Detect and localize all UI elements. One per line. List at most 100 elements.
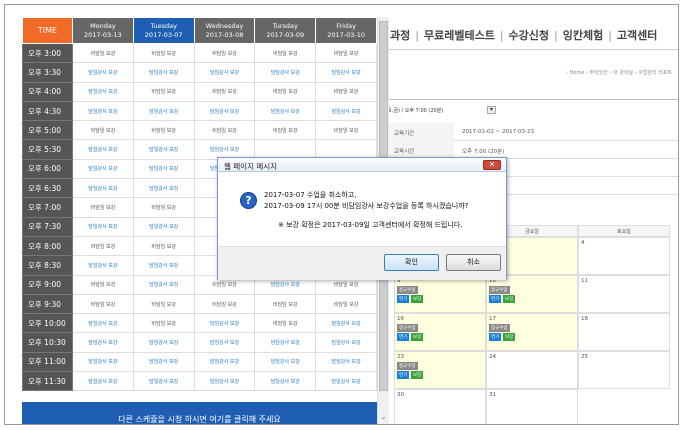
nav-item[interactable]: 잉칸체험	[563, 29, 603, 42]
slot-cell[interactable]: 담임강사 보강	[315, 351, 377, 373]
slot-cell[interactable]: 담임강사 보강	[254, 371, 317, 392]
slot-cell[interactable]: 담임강사 보강	[72, 81, 134, 102]
slot-cell[interactable]: 담임강사 보강	[254, 100, 317, 122]
slot-cell[interactable]: 담임강사 보강	[315, 100, 377, 122]
slot-cell[interactable]: 담임강사 보강	[72, 313, 134, 334]
slot-cell[interactable]: 담임강사 보강	[193, 332, 256, 353]
slot-cell[interactable]: 비담임 보강	[315, 120, 377, 141]
slot-cell[interactable]: 담임강사 보강	[72, 216, 134, 237]
slot-cell[interactable]: 비담임 보강	[72, 293, 134, 315]
slot-cell[interactable]: 비담임 보강	[132, 235, 195, 257]
slot-cell[interactable]: 담임강사 보강	[132, 216, 195, 237]
slot-cell[interactable]: 비담임 보강	[254, 120, 317, 141]
slot-cell[interactable]: 비담임 보강	[72, 42, 134, 64]
slot-cell[interactable]: 담임강사 보강	[72, 139, 134, 160]
slot-cell[interactable]: 비담임 보강	[254, 42, 317, 64]
slot-cell[interactable]: 담임강사 보강	[72, 255, 134, 276]
time-slot: 오후 6:30	[22, 178, 73, 199]
slot-cell[interactable]: 비담임 보강	[315, 42, 377, 64]
breadcrumb: › Home › 마이잉칸 › 내 강의실 › 수업관리 리포트	[565, 70, 672, 76]
nav-item[interactable]: 과정	[390, 29, 410, 42]
slot-cell[interactable]: 비담임 보강	[193, 120, 256, 141]
slot-cell[interactable]: 담임강사 보강	[132, 332, 195, 353]
cancel-button[interactable]: 취소	[446, 254, 501, 271]
slot-cell[interactable]: 담임강사 보강	[132, 351, 195, 373]
slot-cell[interactable]: 담임강사 보강	[193, 100, 256, 122]
day-header: Monday 2017-03-13	[72, 17, 134, 44]
nav-separator: |	[608, 29, 612, 42]
slot-cell[interactable]: 비담임 보강	[132, 197, 195, 218]
nav-separator: |	[554, 29, 558, 42]
slot-cell[interactable]: 담임강사 보강	[315, 62, 377, 83]
nav-item[interactable]: 무료레벨테스트	[424, 29, 495, 42]
slot-cell[interactable]: 비담임 보강	[254, 81, 317, 102]
nav-item[interactable]: 수강신청	[509, 29, 549, 42]
slot-cell[interactable]: 담임강사 보강	[315, 313, 377, 334]
postpone-button[interactable]: 연기	[397, 295, 410, 303]
slot-cell[interactable]: 담임강사 보강	[132, 255, 195, 276]
makeup-button[interactable]: 보강	[411, 295, 424, 303]
slot-cell[interactable]: 담임강사 보강	[193, 62, 256, 83]
slot-cell[interactable]: 담임강사 보강	[315, 332, 377, 353]
slot-cell[interactable]: 비담임 보강	[254, 293, 317, 315]
slot-cell[interactable]: 담임강사 보강	[254, 332, 317, 353]
chevron-down-icon[interactable]: ▾	[487, 106, 496, 114]
time-slot: 오후 8:30	[22, 255, 73, 276]
slot-cell[interactable]: 비담임 보강	[132, 293, 195, 315]
slot-cell[interactable]: 담임강사 보강	[193, 371, 256, 392]
slot-cell[interactable]: 비담임 보강	[72, 120, 134, 141]
slot-cell[interactable]: 담임강사 보강	[132, 371, 195, 392]
slot-cell[interactable]: 담임강사 보강	[193, 313, 256, 334]
slot-cell[interactable]: 담임강사 보강	[315, 371, 377, 392]
close-icon[interactable]: ✕	[483, 160, 501, 170]
slot-cell[interactable]: 비담임 보강	[193, 42, 256, 64]
slot-cell[interactable]: 담임강사 보강	[72, 158, 134, 180]
slot-cell[interactable]: 비담임 보강	[315, 81, 377, 102]
slot-cell[interactable]: 담임강사 보강	[132, 100, 195, 122]
slot-cell[interactable]: 담임강사 보강	[72, 100, 134, 122]
postpone-button[interactable]: 연기	[397, 371, 410, 379]
makeup-button[interactable]: 보강	[503, 333, 516, 341]
ok-button[interactable]: 확인	[384, 254, 439, 271]
slot-cell[interactable]: 비담임 보강	[193, 293, 256, 315]
calendar-day-number: 18	[581, 316, 588, 322]
slot-cell[interactable]: 비담임 보강	[72, 197, 134, 218]
slot-cell[interactable]: 비담임 보강	[132, 81, 195, 102]
day-date: 2017-03-07	[144, 30, 183, 39]
slot-cell[interactable]: 비담임 보강	[72, 235, 134, 257]
slot-cell[interactable]: 담임강사 보강	[72, 62, 134, 83]
slot-cell[interactable]: 비담임 보강	[132, 42, 195, 64]
calendar-cell: 18	[578, 313, 670, 351]
time-slot: 오후 11:00	[22, 351, 73, 373]
slot-cell[interactable]: 비담임 보강	[72, 274, 134, 295]
slot-cell[interactable]: 담임강사 보강	[72, 332, 134, 353]
slot-cell[interactable]: 담임강사 보강	[254, 351, 317, 373]
postpone-button[interactable]: 연기	[489, 333, 502, 341]
slot-cell[interactable]: 담임강사 보강	[132, 62, 195, 83]
schedule-row: 오후 11:00 담임강사 보강 담임강사 보강 담임강사 보강 담임강사 보강 담임강사…	[22, 351, 377, 373]
slot-cell[interactable]: 담임강사 보강	[72, 178, 134, 199]
postpone-button[interactable]: 연기	[489, 295, 502, 303]
slot-cell[interactable]: 담임강사 보강	[72, 371, 134, 392]
slot-cell[interactable]: 담임강사 보강	[254, 62, 317, 83]
slot-cell[interactable]: 비담임 보강	[132, 120, 195, 141]
makeup-button[interactable]: 보강	[411, 333, 424, 341]
slot-cell[interactable]: 담임강사 보강	[132, 178, 195, 199]
slot-cell[interactable]: 비담임 보강	[315, 293, 377, 315]
makeup-button[interactable]: 보강	[503, 295, 516, 303]
other-schedule-link[interactable]: 다른 스케쥴을 시청 하시면 여기를 클릭해 주세요	[22, 402, 377, 424]
nav-item[interactable]: 고객센터	[617, 29, 657, 42]
slot-cell[interactable]: 담임강사 보강	[193, 351, 256, 373]
postpone-button[interactable]: 연기	[397, 333, 410, 341]
slot-cell[interactable]: 비담임 보강	[254, 313, 317, 334]
makeup-button[interactable]: 보강	[411, 371, 424, 379]
schedule-row: 오후 10:00 담임강사 보강 비담임 보강 담임강사 보강 비담임 보강 담임강사 보…	[22, 313, 377, 334]
slot-cell[interactable]: 비담임 보강	[132, 313, 195, 334]
class-select[interactable]: , 목,금) / 오후 7:00 (20분) ▾	[384, 106, 504, 123]
scroll-down-icon[interactable]: ⌄	[378, 413, 389, 423]
slot-cell[interactable]: 담임강사 보강	[132, 274, 195, 295]
slot-cell[interactable]: 비담임 보강	[193, 81, 256, 102]
slot-cell[interactable]: 담임강사 보강	[72, 351, 134, 373]
slot-cell[interactable]: 담임강사 보강	[132, 158, 195, 180]
slot-cell[interactable]: 담임강사 보강	[132, 139, 195, 160]
